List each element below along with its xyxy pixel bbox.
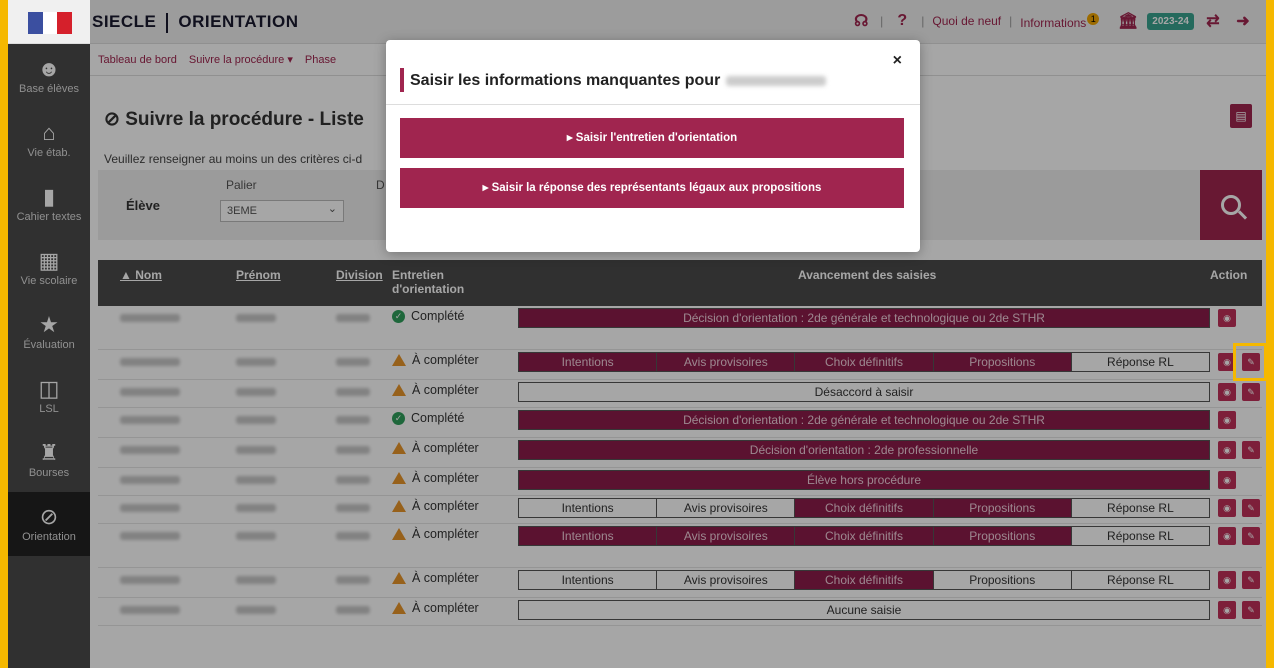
- entretien-button[interactable]: ▸ Saisir l'entretien d'orientation: [400, 118, 904, 158]
- redacted-student-name: [726, 75, 827, 86]
- modal-dialog: Saisir les informations manquantes pour …: [386, 40, 920, 252]
- modal-backdrop-sidebar[interactable]: [8, 44, 90, 668]
- reponse-rl-button[interactable]: ▸ Saisir la réponse des représentants lé…: [400, 168, 904, 208]
- modal-separator: [386, 104, 920, 105]
- modal-title: Saisir les informations manquantes pour: [410, 72, 827, 90]
- edit-highlight-box: [1233, 343, 1267, 381]
- french-flag-logo: [28, 12, 73, 34]
- modal-close-button[interactable]: ×: [893, 52, 902, 70]
- modal-accent-bar: [400, 68, 404, 92]
